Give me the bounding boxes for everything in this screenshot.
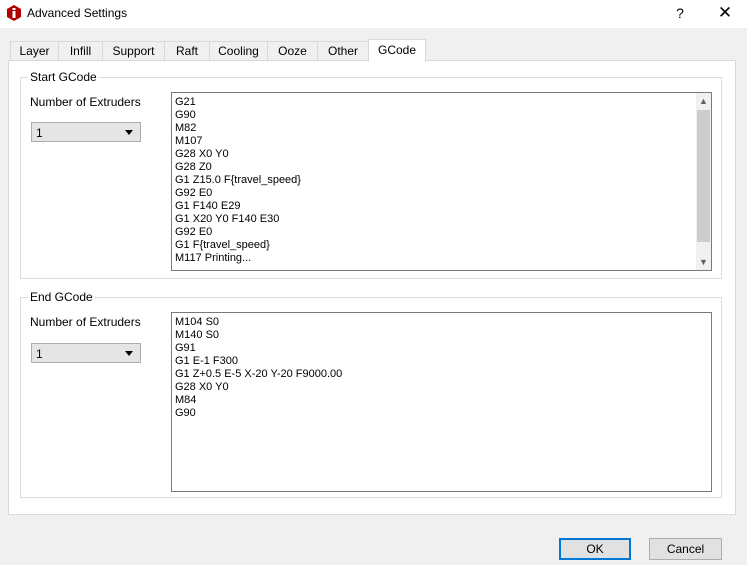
- cancel-button[interactable]: Cancel: [649, 538, 722, 560]
- tab-gcode[interactable]: GCode: [368, 39, 426, 62]
- app-icon: [7, 5, 21, 21]
- gcode-line: G1 Z+0.5 E-5 X-20 Y-20 F9000.00: [175, 368, 343, 380]
- gcode-line: G1 X20 Y0 F140 E30: [175, 213, 280, 225]
- gcode-line: G28 X0 Y0: [175, 148, 229, 160]
- window-title: Advanced Settings: [27, 6, 128, 20]
- ok-button[interactable]: OK: [559, 538, 631, 560]
- end-extruders-select[interactable]: 1: [31, 343, 141, 363]
- end-gcode-editor[interactable]: M104 S0 M140 S0 G91 G1 E-1 F300 G1 Z+0.5 E-5…: [171, 312, 712, 492]
- help-button[interactable]: ?: [668, 0, 692, 28]
- start-extruders-value: 1: [36, 126, 43, 140]
- chevron-down-icon: [125, 351, 133, 356]
- tab-cooling[interactable]: Cooling: [209, 41, 268, 60]
- gcode-tab-panel: Start GCode Number of Extruders 1 G21 G90…: [8, 60, 736, 515]
- gcode-line: G92 E0: [175, 187, 213, 199]
- close-button[interactable]: ✕: [710, 0, 740, 28]
- scroll-down-icon[interactable]: ▼: [696, 254, 711, 270]
- gcode-line: G91: [175, 342, 196, 354]
- tab-support[interactable]: Support: [102, 41, 165, 60]
- tab-infill[interactable]: Infill: [58, 41, 103, 60]
- start-extruders-label: Number of Extruders: [30, 95, 141, 109]
- gcode-line: M107: [175, 135, 203, 147]
- gcode-line: G1 F140 E29: [175, 200, 241, 212]
- start-extruders-select[interactable]: 1: [31, 122, 141, 142]
- end-extruders-value: 1: [36, 347, 43, 361]
- scrollbar-thumb[interactable]: [697, 110, 710, 242]
- gcode-line: G90: [175, 109, 196, 121]
- end-gcode-title: End GCode: [28, 290, 95, 304]
- start-gcode-editor[interactable]: G21 G90 M82 M107 G28 X0 Y0 G28 Z0 G1 Z15.0 F{t…: [171, 92, 712, 271]
- title-bar: Advanced Settings ? ✕: [0, 0, 747, 28]
- end-extruders-label: Number of Extruders: [30, 315, 141, 329]
- gcode-line: M104 S0: [175, 316, 220, 328]
- gcode-line: G28 Z0: [175, 161, 212, 173]
- scroll-up-icon[interactable]: ▲: [696, 93, 711, 109]
- gcode-line: M117 Printing...: [175, 252, 252, 264]
- end-gcode-lines: M104 S0 M140 S0 G91 G1 E-1 F300 G1 Z+0.5 E-5…: [175, 316, 342, 420]
- start-gcode-lines: G21 G90 M82 M107 G28 X0 Y0 G28 Z0 G1 Z15.0 F{t…: [175, 96, 301, 265]
- gcode-line: M82: [175, 122, 197, 134]
- tab-raft[interactable]: Raft: [164, 41, 210, 60]
- tab-ooze[interactable]: Ooze: [267, 41, 318, 60]
- end-gcode-group: End GCode Number of Extruders 1 M104 S0 M…: [20, 290, 722, 498]
- gcode-line: G90: [175, 407, 196, 419]
- tab-other[interactable]: Other: [317, 41, 369, 60]
- gcode-line: M140 S0: [175, 329, 220, 341]
- chevron-down-icon: [125, 130, 133, 135]
- start-gcode-scrollbar[interactable]: ▲ ▼: [696, 93, 711, 270]
- gcode-line: G1 E-1 F300: [175, 355, 238, 367]
- start-gcode-title: Start GCode: [28, 70, 99, 84]
- gcode-line: G1 F{travel_speed}: [175, 239, 270, 251]
- gcode-line: G1 Z15.0 F{travel_speed}: [175, 174, 301, 186]
- gcode-line: M84: [175, 394, 197, 406]
- gcode-line: G21: [175, 96, 196, 108]
- gcode-line: G92 E0: [175, 226, 213, 238]
- tab-layer[interactable]: Layer: [10, 41, 59, 60]
- start-gcode-group: Start GCode Number of Extruders 1 G21 G90…: [20, 70, 722, 279]
- gcode-line: G28 X0 Y0: [175, 381, 229, 393]
